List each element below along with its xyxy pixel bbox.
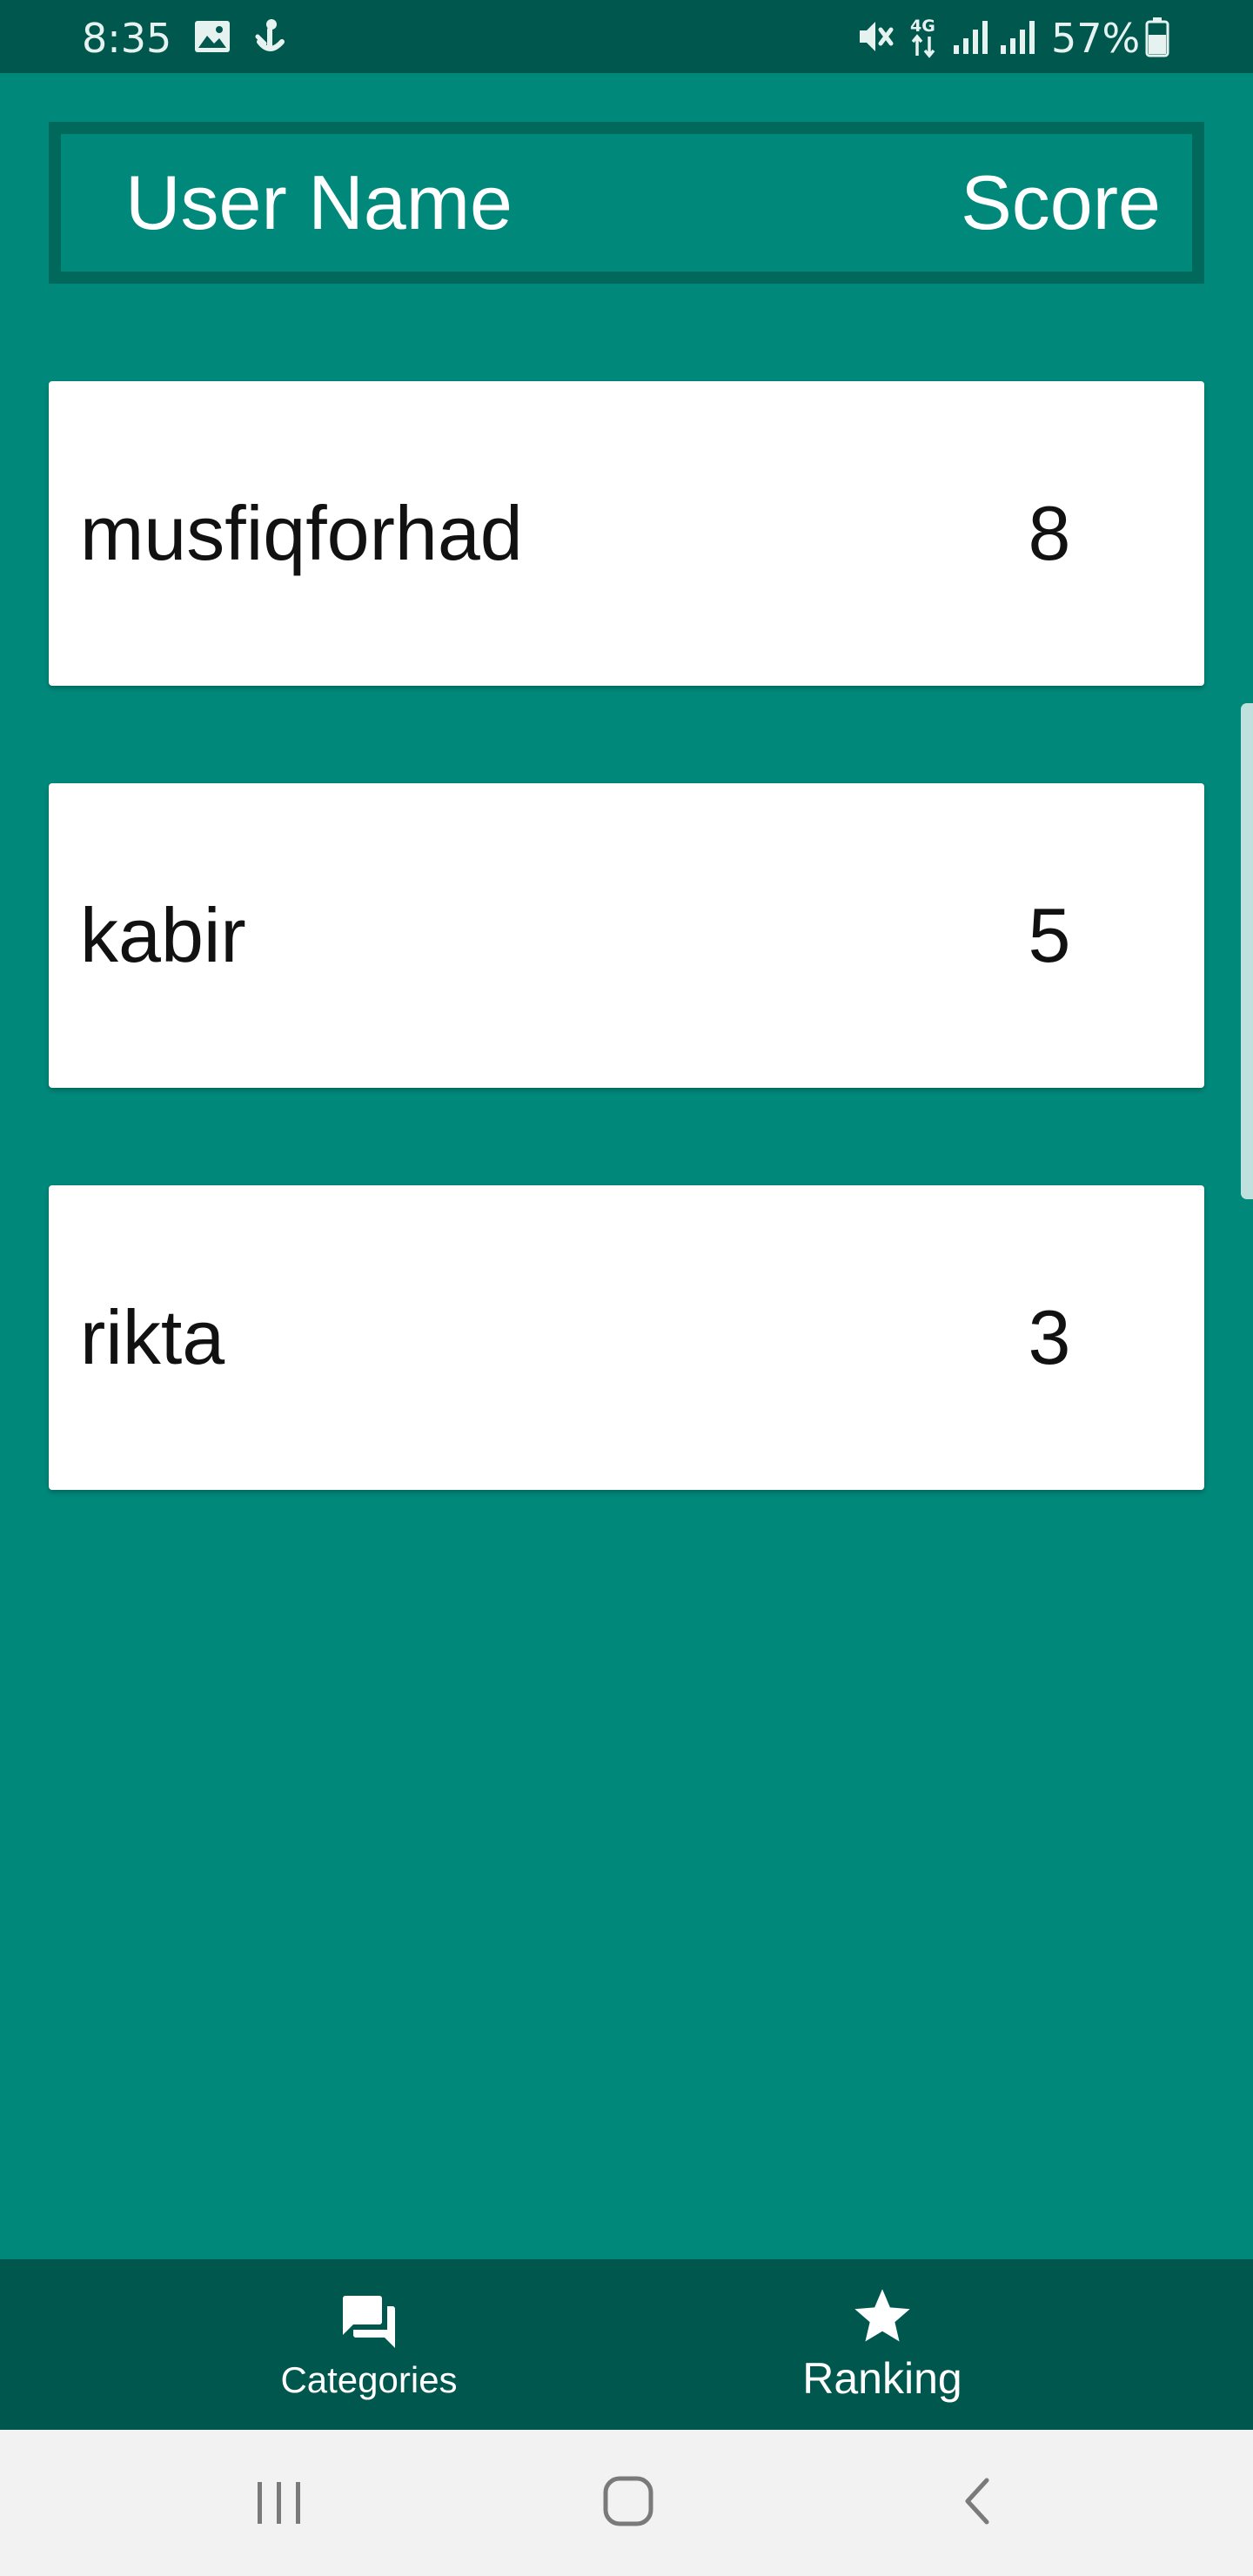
nav-item-ranking[interactable]: Ranking [569, 2259, 1196, 2430]
ranking-score: 5 [1028, 892, 1071, 978]
mute-icon [860, 22, 894, 51]
ranking-user-name: rikta [80, 1294, 225, 1380]
score-column-header: Score [961, 159, 1161, 245]
home-button[interactable] [600, 2473, 656, 2529]
back-button[interactable] [957, 2475, 999, 2527]
ranking-row[interactable]: musfiqforhad 8 [49, 381, 1204, 686]
nav-label-ranking: Ranking [802, 2354, 962, 2403]
system-navigation-bar [0, 2430, 1253, 2576]
signal-2-icon [1001, 21, 1035, 54]
ranking-list: musfiqforhad 8 kabir 5 rikta 3 [49, 381, 1204, 1587]
ranking-row[interactable]: rikta 3 [49, 1185, 1204, 1490]
anchor-notification-icon [255, 19, 285, 51]
ranking-user-name: kabir [80, 892, 246, 978]
table-header: User Name Score [49, 122, 1204, 284]
gallery-icon [195, 21, 230, 52]
ranking-score: 8 [1028, 490, 1071, 576]
network-4g-icon: 4G [910, 17, 935, 58]
star-icon [854, 2289, 910, 2342]
battery-icon [1145, 17, 1169, 57]
ranking-user-name: musfiqforhad [80, 490, 523, 576]
status-time: 8:35 [82, 15, 172, 62]
bottom-navigation: Categories Ranking [0, 2259, 1253, 2430]
battery-percent: 57% [1051, 15, 1141, 62]
network-type-text: 4G [910, 17, 935, 36]
ranking-row[interactable]: kabir 5 [49, 783, 1204, 1088]
forum-icon [343, 2296, 395, 2348]
signal-1-icon [954, 21, 988, 54]
recent-apps-button[interactable] [252, 2477, 306, 2529]
ranking-score: 3 [1028, 1294, 1071, 1380]
status-bar: 8:35 4G 57% [0, 0, 1253, 73]
user-name-column-header: User Name [125, 159, 513, 245]
scrollbar-thumb[interactable] [1241, 703, 1253, 1199]
